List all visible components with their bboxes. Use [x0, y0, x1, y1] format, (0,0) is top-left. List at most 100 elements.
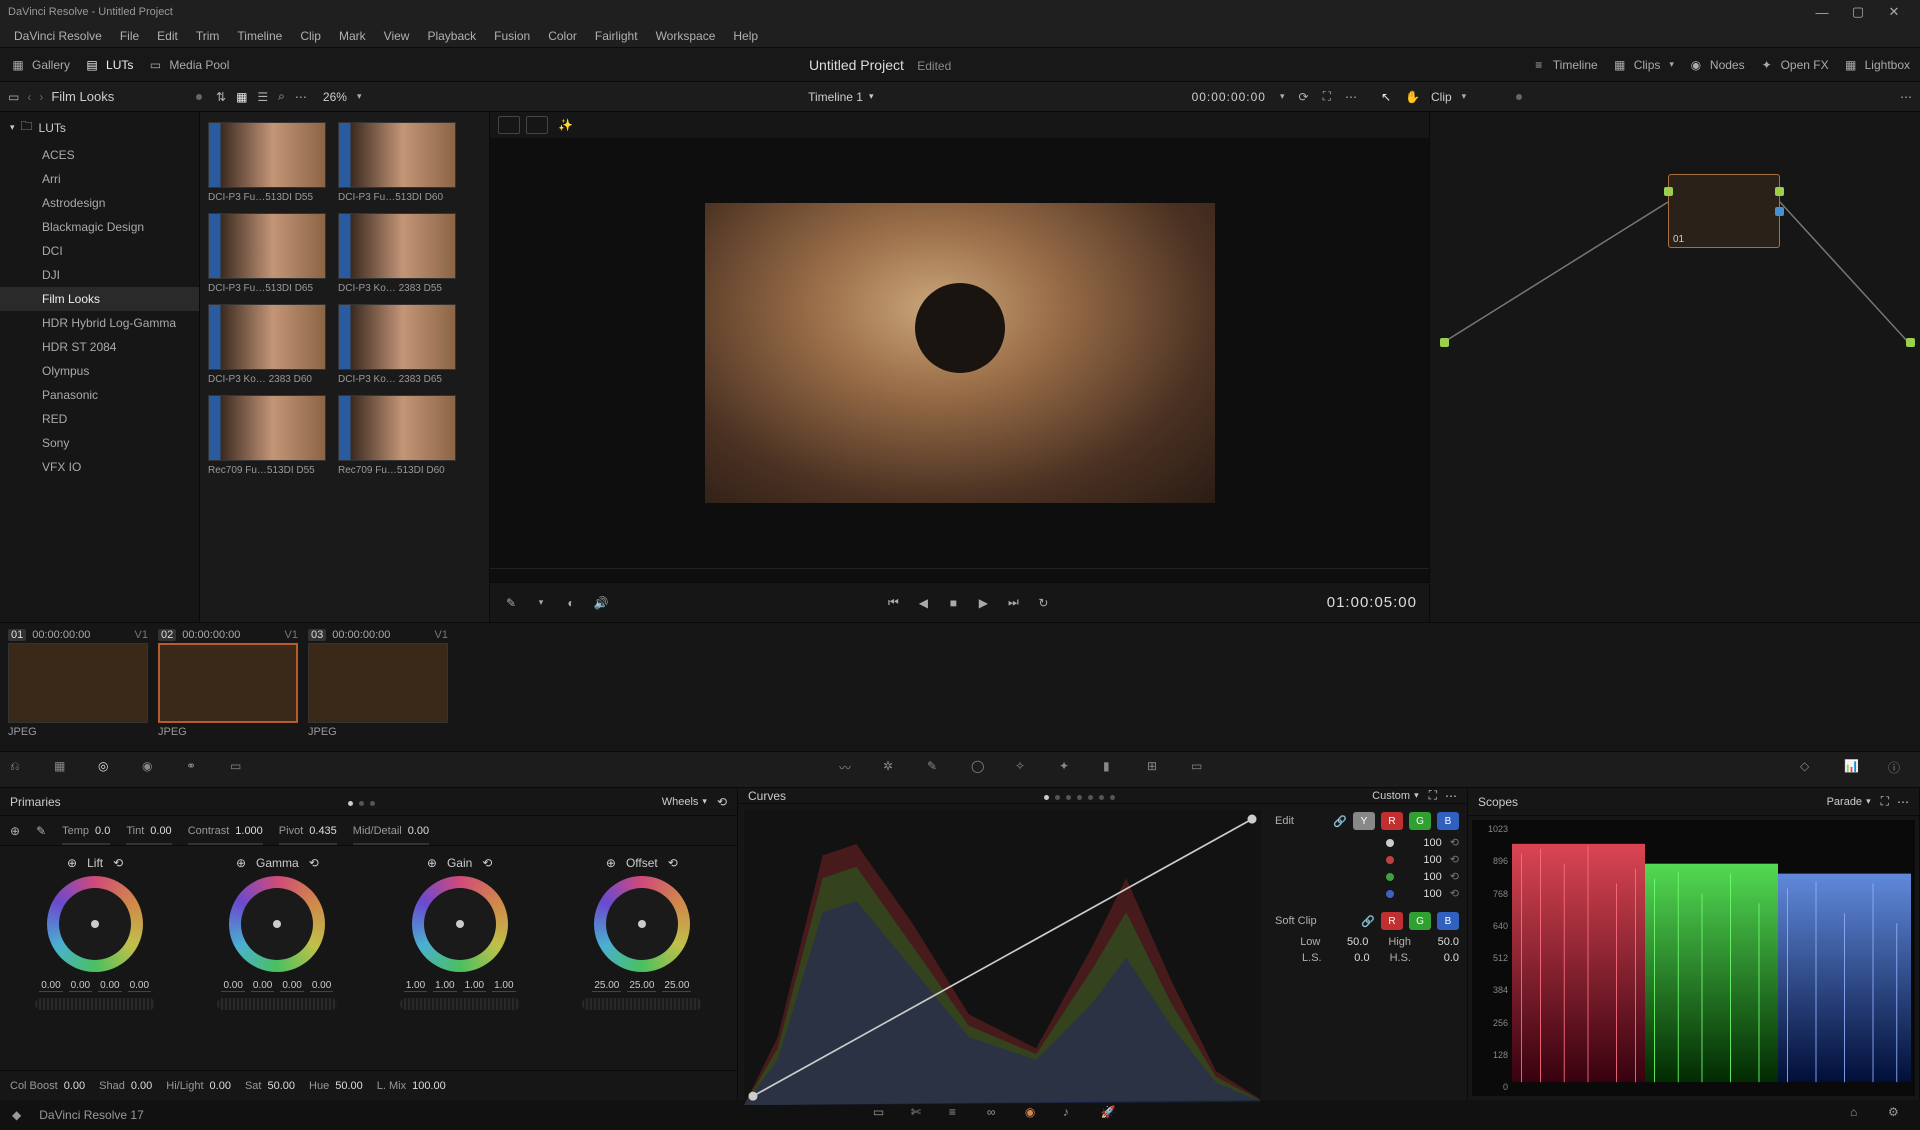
sidebar-item-vfx-io[interactable]: VFX IO [0, 455, 199, 479]
tool-qualifier-icon[interactable]: ✎ [927, 759, 949, 781]
hand-icon[interactable]: ✋ [1405, 90, 1420, 104]
wand-icon[interactable]: ✨ [558, 118, 573, 132]
channel-b[interactable]: B [1437, 812, 1459, 830]
tool-color-match-icon[interactable]: ▦ [54, 759, 76, 781]
menu-fairlight[interactable]: Fairlight [587, 29, 646, 43]
color-wheel[interactable] [594, 876, 690, 972]
softclip-b[interactable]: B [1437, 912, 1459, 930]
lightbox-button[interactable]: ▦Lightbox [1843, 57, 1910, 73]
sidebar-item-hdr-st-2084[interactable]: HDR ST 2084 [0, 335, 199, 359]
link-icon[interactable]: 🔗 [1361, 915, 1375, 928]
lut-thumb[interactable]: Rec709 Fu…513DI D55 [208, 395, 326, 476]
node-output-icon[interactable] [1906, 338, 1915, 347]
viewer-scrubber[interactable] [490, 568, 1429, 582]
node-input-icon[interactable] [1440, 338, 1449, 347]
intensity-g[interactable]: 100 [1402, 871, 1442, 883]
lut-thumb[interactable]: DCI-P3 Fu…513DI D65 [208, 213, 326, 294]
viewer-mode-a[interactable] [498, 116, 520, 134]
menu-help[interactable]: Help [725, 29, 766, 43]
last-frame-icon[interactable]: ⏭ [1004, 594, 1022, 612]
scopes-display[interactable]: 10238967686405123842561280 [1472, 820, 1915, 1096]
tool-motion-icon[interactable]: ▭ [230, 759, 252, 781]
lut-thumb[interactable]: Rec709 Fu…513DI D60 [338, 395, 456, 476]
more-icon[interactable]: ⋯ [1445, 789, 1457, 803]
tool-magic-icon[interactable]: ✦ [1059, 759, 1081, 781]
chevron-down-icon[interactable]: ▾ [1414, 790, 1419, 801]
lut-thumb[interactable]: DCI-P3 Fu…513DI D60 [338, 122, 456, 203]
clip-thumb[interactable]: 0300:00:00:00V1JPEG [308, 629, 448, 745]
reset-icon[interactable]: ⟲ [1450, 887, 1459, 900]
node-in-dot[interactable] [1664, 187, 1673, 196]
wheel-picker-icon[interactable]: ⊕ [427, 856, 437, 870]
wheel-jog[interactable] [35, 998, 155, 1010]
wheel-jog[interactable] [582, 998, 702, 1010]
lmix-field[interactable]: 100.00 [412, 1080, 446, 1092]
tool-key-icon[interactable]: ⊞ [1147, 759, 1169, 781]
tool-blur-icon[interactable]: ▮ [1103, 759, 1125, 781]
more-icon[interactable]: ⋯ [295, 90, 307, 104]
play-icon[interactable]: ▶ [974, 594, 992, 612]
channel-g[interactable]: G [1409, 812, 1431, 830]
node-graph[interactable]: 01 [1430, 112, 1920, 622]
timeline-button[interactable]: ≡Timeline [1531, 57, 1598, 73]
sidebar-toggle-icon[interactable]: ▭ [8, 90, 19, 104]
reset-icon[interactable]: ⟲ [1450, 836, 1459, 849]
node-mode[interactable]: Clip [1431, 90, 1452, 104]
chevron-down-icon[interactable]: ▾ [357, 91, 362, 102]
pivot-field[interactable]: 0.435 [309, 825, 337, 837]
curves-mode[interactable]: Custom [1372, 790, 1410, 802]
first-frame-icon[interactable]: ⏮ [884, 594, 902, 612]
contrast-icon[interactable]: ◐ [562, 594, 580, 612]
viewer-screen[interactable] [490, 138, 1429, 568]
fairlight-page-icon[interactable]: ♪ [1063, 1105, 1083, 1125]
sidebar-item-blackmagic-design[interactable]: Blackmagic Design [0, 215, 199, 239]
viewer-timecode[interactable]: 00:00:00:00 [1192, 90, 1266, 104]
tool-hdr-icon[interactable]: ◉ [142, 759, 164, 781]
page-dots[interactable] [1041, 789, 1118, 803]
search-icon[interactable]: ⌕ [278, 89, 285, 104]
reset-icon[interactable]: ⟲ [717, 795, 727, 809]
luts-button[interactable]: ▤LUTs [84, 57, 133, 73]
menu-color[interactable]: Color [540, 29, 585, 43]
menu-clip[interactable]: Clip [292, 29, 329, 43]
openfx-button[interactable]: ✦Open FX [1759, 57, 1829, 73]
tool-camera-raw-icon[interactable]: ⎌ [10, 759, 32, 781]
zoom-level[interactable]: 26% [323, 90, 347, 104]
softclip-g[interactable]: G [1409, 912, 1431, 930]
tool-rgb-mixer-icon[interactable]: ⚭ [186, 759, 208, 781]
link-icon[interactable]: 🔗 [1333, 815, 1347, 828]
reset-icon[interactable]: ⟲ [309, 856, 319, 870]
pointer-icon[interactable]: ↖ [1381, 90, 1391, 104]
deliver-page-icon[interactable]: 🚀 [1101, 1105, 1121, 1125]
expand-icon[interactable]: ⛶ [1323, 89, 1331, 104]
softclip-r[interactable]: R [1381, 912, 1403, 930]
softclip-ls[interactable]: 0.0 [1330, 952, 1370, 964]
menu-fusion[interactable]: Fusion [486, 29, 538, 43]
lut-thumb[interactable]: DCI-P3 Ko… 2383 D55 [338, 213, 456, 294]
chevron-down-icon[interactable]: ▾ [702, 796, 707, 807]
color-wheel[interactable] [229, 876, 325, 972]
mid-field[interactable]: 0.00 [408, 825, 429, 837]
channel-r[interactable]: R [1381, 812, 1403, 830]
sidebar-item-red[interactable]: RED [0, 407, 199, 431]
sidebar-item-dci[interactable]: DCI [0, 239, 199, 263]
refresh-icon[interactable]: ⟳ [1299, 90, 1309, 104]
reset-icon[interactable]: ⟲ [668, 856, 678, 870]
lut-thumb[interactable]: DCI-P3 Fu…513DI D55 [208, 122, 326, 203]
menu-mark[interactable]: Mark [331, 29, 374, 43]
tool-sizing-icon[interactable]: ▭ [1191, 759, 1213, 781]
clip-thumb[interactable]: 0100:00:00:00V1JPEG [8, 629, 148, 745]
menu-edit[interactable]: Edit [149, 29, 186, 43]
intensity-y[interactable]: 100 [1402, 837, 1442, 849]
tool-curves-icon[interactable]: 〰 [839, 759, 861, 781]
chevron-down-icon[interactable]: ▾ [1866, 796, 1871, 807]
reset-icon[interactable]: ⟲ [1450, 870, 1459, 883]
sat-field[interactable]: 50.00 [267, 1080, 295, 1092]
grid-view-icon[interactable]: ▦ [236, 90, 247, 104]
shad-field[interactable]: 0.00 [131, 1080, 152, 1092]
curves-graph[interactable] [744, 810, 1261, 1105]
more-icon[interactable]: ⋯ [1900, 90, 1912, 104]
nodes-button[interactable]: ◉Nodes [1688, 57, 1745, 73]
wheel-jog[interactable] [400, 998, 520, 1010]
reset-icon[interactable]: ⟲ [1450, 853, 1459, 866]
